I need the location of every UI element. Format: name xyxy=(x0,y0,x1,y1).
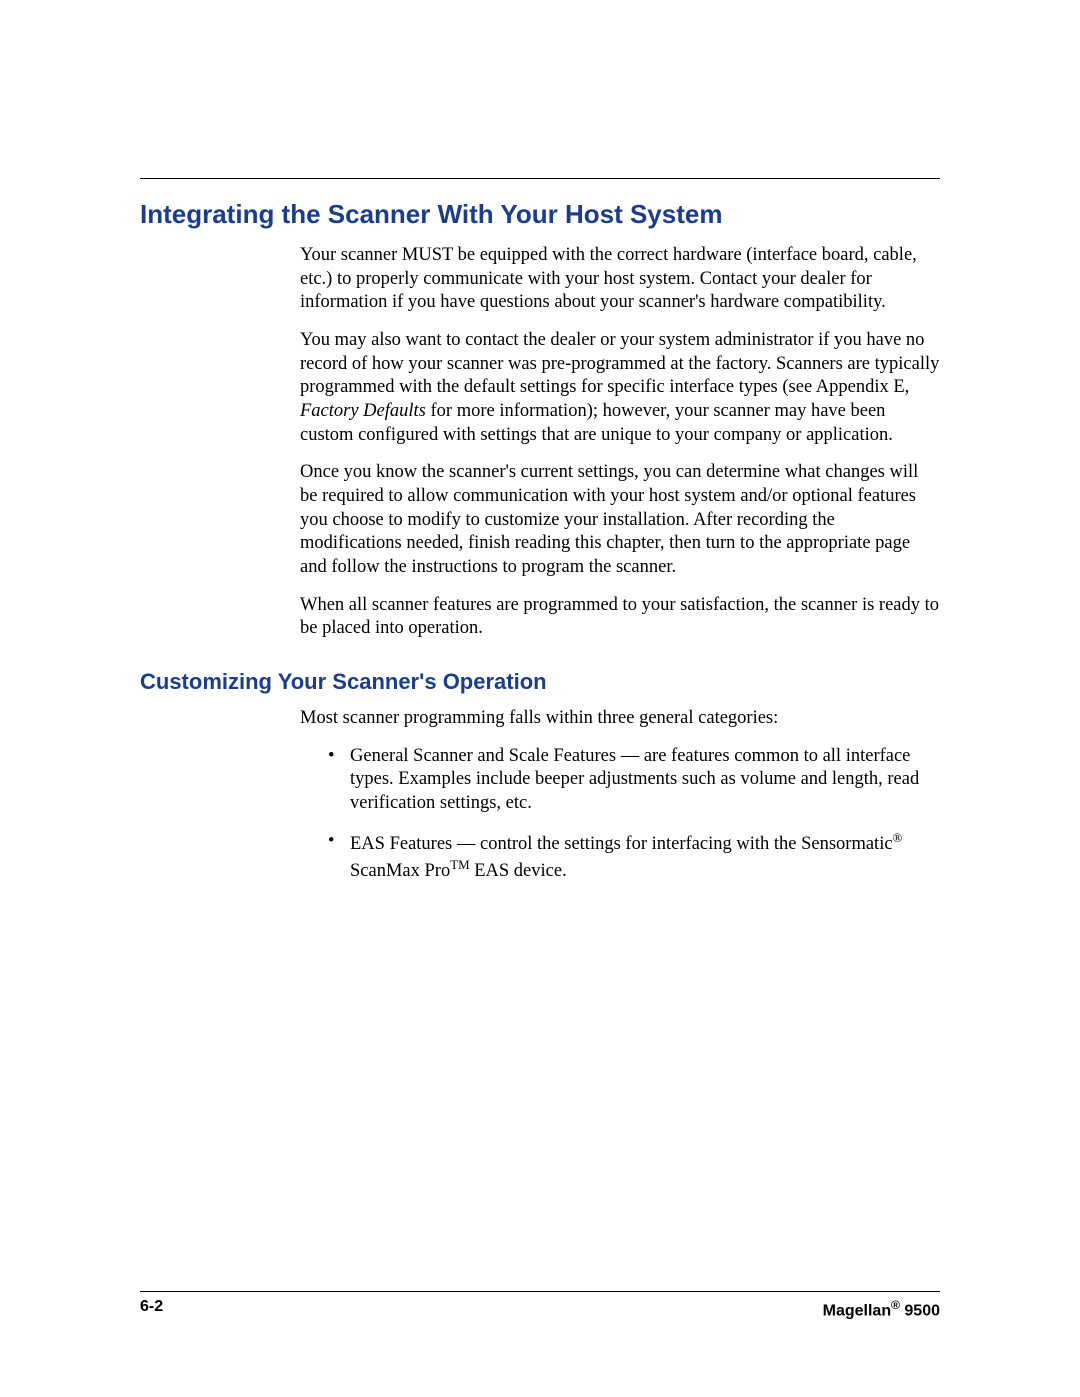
top-rule xyxy=(140,178,940,179)
trademark-mark: TM xyxy=(450,857,469,872)
text: EAS device. xyxy=(470,861,567,881)
heading-customizing: Customizing Your Scanner's Operation xyxy=(140,669,940,695)
text: You may also want to contact the dealer … xyxy=(300,330,939,397)
heading-integrating: Integrating the Scanner With Your Host S… xyxy=(140,199,940,230)
paragraph: When all scanner features are programmed… xyxy=(300,594,940,641)
footer-row: 6-2 Magellan® 9500 xyxy=(140,1298,940,1320)
bullet-list: General Scanner and Scale Features — are… xyxy=(328,745,940,884)
page-number: 6-2 xyxy=(140,1298,163,1320)
footer-product: Magellan® 9500 xyxy=(823,1298,940,1320)
footer-rule xyxy=(140,1291,940,1292)
paragraph: Your scanner MUST be equipped with the c… xyxy=(300,244,940,315)
text: Magellan xyxy=(823,1302,891,1319)
italic-text: Factory Defaults xyxy=(300,401,426,421)
subsection-body: Most scanner programming falls within th… xyxy=(300,707,940,883)
registered-mark: ® xyxy=(893,830,903,845)
list-item: EAS Features — control the settings for … xyxy=(328,830,940,884)
text: General Scanner and Scale Features — are… xyxy=(350,746,919,813)
paragraph: Most scanner programming falls within th… xyxy=(300,707,940,731)
page-footer: 6-2 Magellan® 9500 xyxy=(140,1291,940,1320)
paragraph: You may also want to contact the dealer … xyxy=(300,329,940,447)
section-body: Your scanner MUST be equipped with the c… xyxy=(300,244,940,641)
text: ScanMax Pro xyxy=(350,861,450,881)
text: EAS Features — control the settings for … xyxy=(350,834,893,854)
paragraph: Once you know the scanner's current sett… xyxy=(300,461,940,579)
list-item: General Scanner and Scale Features — are… xyxy=(328,745,940,816)
text: 9500 xyxy=(900,1302,940,1319)
page-content: Integrating the Scanner With Your Host S… xyxy=(140,178,940,897)
registered-mark: ® xyxy=(891,1298,900,1312)
